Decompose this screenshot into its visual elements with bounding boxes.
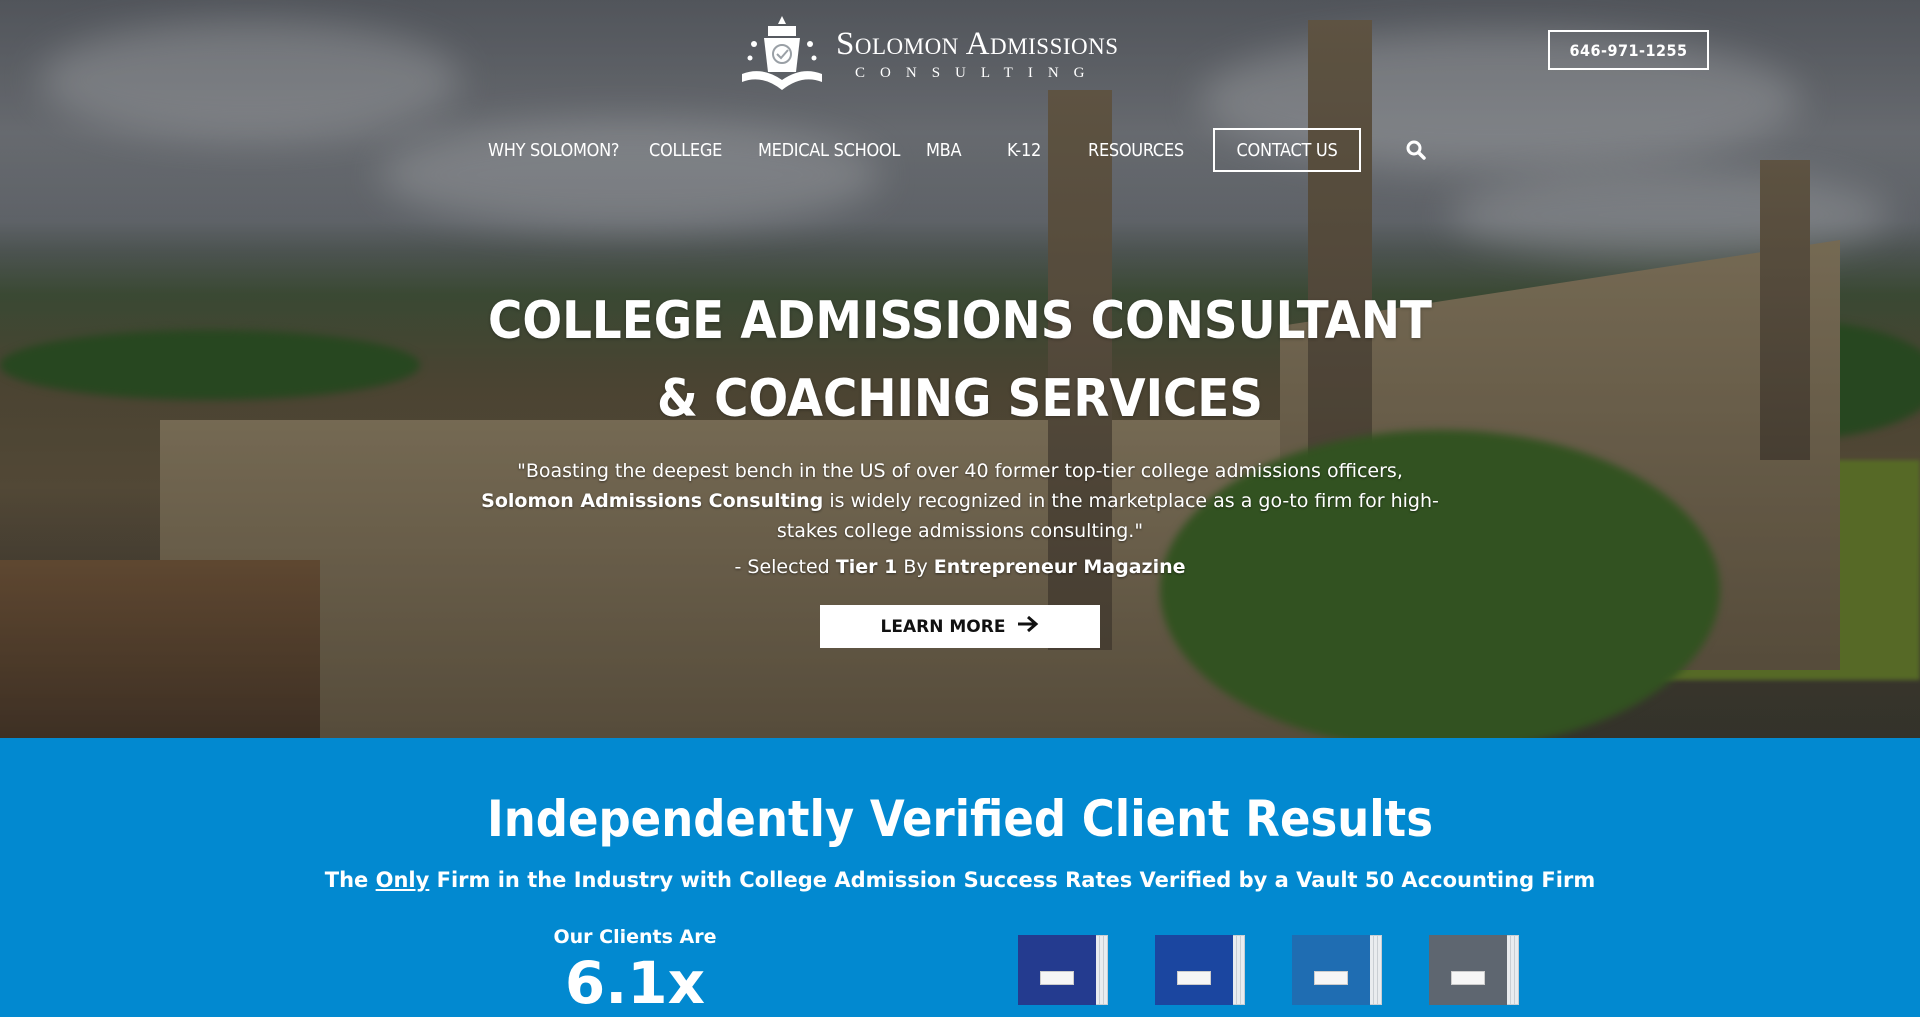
report-thumbnail[interactable] (1429, 935, 1519, 1005)
hero-quote-part2: is widely recognized in the marketplace … (776, 490, 1439, 542)
attribution-tier: Tier 1 (835, 556, 898, 578)
logo-title: Solomon Admissions (836, 26, 1119, 62)
nav-item-why-solomon[interactable]: WHY SOLOMON? (488, 128, 620, 172)
hero-quote-firm: Solomon Admissions Consulting (481, 490, 824, 512)
report-label (1177, 971, 1211, 985)
phone-button[interactable]: 646-971-1255 (1548, 30, 1709, 70)
nav-item-medical-school[interactable]: MEDICAL SCHOOL (758, 128, 900, 172)
search-icon[interactable] (1405, 139, 1427, 161)
nav-item-mba[interactable]: MBA (926, 128, 962, 172)
results-title: Independently Verified Client Results (487, 790, 1433, 848)
attribution-source: Entrepreneur Magazine (933, 556, 1186, 578)
arrow-right-icon (1017, 615, 1039, 638)
report-label (1040, 971, 1074, 985)
report-label (1314, 971, 1348, 985)
report-cover (1155, 935, 1233, 1005)
clients-label: Our Clients Are (553, 926, 717, 948)
hero-quote: "Boasting the deepest bench in the US of… (460, 456, 1460, 546)
report-thumbnail[interactable] (1155, 935, 1245, 1005)
report-thumbnail[interactable] (1018, 935, 1108, 1005)
hero-title-line2: & COACHING SERVICES (657, 369, 1263, 429)
results-subtitle-prefix: The (324, 868, 376, 892)
logo-subtitle: CONSULTING (855, 65, 1100, 81)
nav-item-college[interactable]: COLLEGE (649, 128, 722, 172)
learn-more-label: LEARN MORE (880, 616, 1006, 637)
report-thumbnail[interactable] (1292, 935, 1382, 1005)
attribution-prefix: - Selected (734, 556, 836, 578)
report-cover (1429, 935, 1507, 1005)
hero-section: Solomon Admissions CONSULTING 646-971-12… (0, 0, 1920, 738)
report-label (1451, 971, 1485, 985)
attribution-by: By (897, 556, 934, 578)
hero-title-line1: COLLEGE ADMISSIONS CONSULTANT (488, 291, 1432, 351)
logo-crest-icon (738, 14, 826, 96)
learn-more-button[interactable]: LEARN MORE (820, 605, 1100, 648)
site-logo[interactable]: Solomon Admissions CONSULTING (738, 14, 1184, 96)
hero-title: COLLEGE ADMISSIONS CONSULTANT & COACHING… (0, 282, 1920, 438)
results-subtitle-emphasis: Only (375, 868, 430, 892)
results-section: Independently Verified Client Results Th… (0, 738, 1920, 1012)
nav-item-resources[interactable]: RESOURCES (1088, 128, 1184, 172)
nav-item-k12[interactable]: K-12 (1007, 128, 1041, 172)
results-subtitle-suffix: Firm in the Industry with College Admiss… (429, 868, 1596, 892)
nav-item-contact-us[interactable]: CONTACT US (1213, 128, 1361, 172)
hero-quote-part1: "Boasting the deepest bench in the US of… (517, 460, 1403, 482)
results-subtitle: The Only Firm in the Industry with Colle… (0, 868, 1920, 892)
main-nav: WHY SOLOMON? COLLEGE MEDICAL SCHOOL MBA … (0, 128, 1920, 172)
report-cover (1018, 935, 1096, 1005)
hero-attribution: - Selected Tier 1 By Entrepreneur Magazi… (0, 556, 1920, 578)
report-cover (1292, 935, 1370, 1005)
clients-stat: 6.1x (564, 949, 706, 1017)
